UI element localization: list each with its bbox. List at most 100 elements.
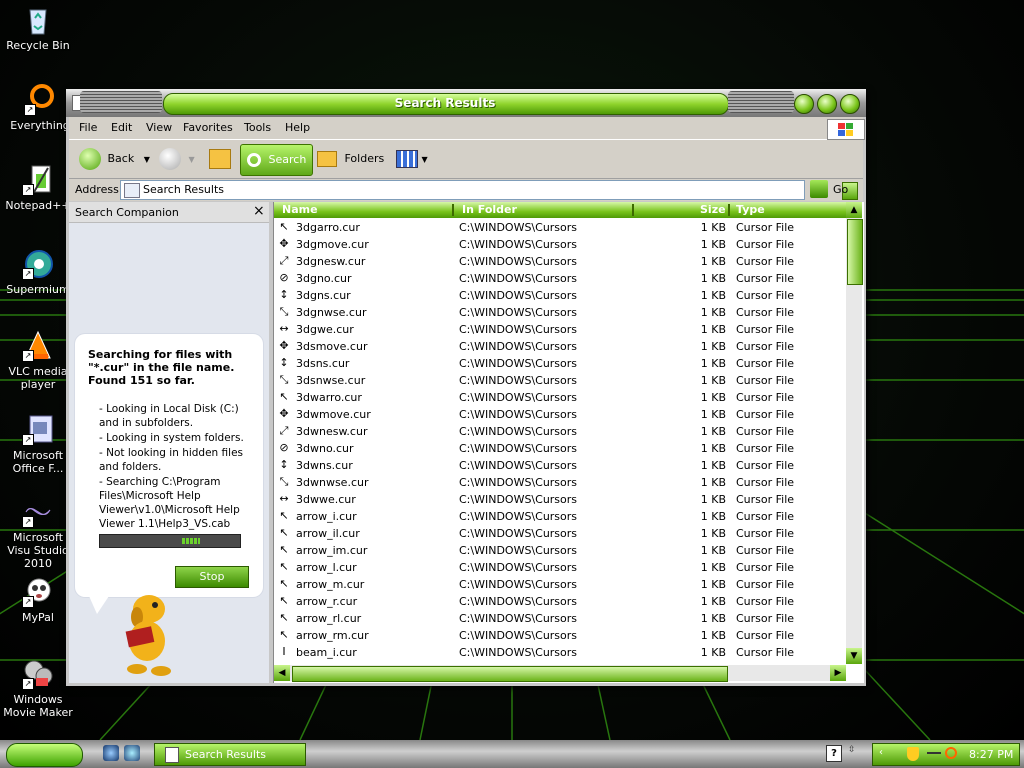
column-size[interactable]: Size xyxy=(700,203,726,216)
menu-tools[interactable]: Tools xyxy=(244,121,271,134)
minimize-button[interactable] xyxy=(794,94,814,114)
column-in-folder[interactable]: In Folder xyxy=(462,203,517,216)
table-row[interactable]: ↖ arrow_rl.cur C:\WINDOWS\Cursors 1 KB Curso… xyxy=(274,610,846,627)
desktop-icon-office[interactable]: ↗ Microsoft Office F... xyxy=(0,414,76,475)
help-icon[interactable]: ? xyxy=(826,745,842,762)
cursor-file-icon: ⤡ xyxy=(279,475,289,488)
taskbar-button-search-results[interactable]: Search Results xyxy=(154,743,306,766)
table-row[interactable]: ✥ 3dsmove.cur C:\WINDOWS\Cursors 1 KB Cursor… xyxy=(274,338,846,355)
desktop-icon-vlc[interactable]: ↗ VLC media player xyxy=(0,330,76,391)
cursor-file-icon: ↖ xyxy=(279,594,289,607)
table-row[interactable]: ✥ 3dgmove.cur C:\WINDOWS\Cursors 1 KB Cursor… xyxy=(274,236,846,253)
table-row[interactable]: ⤡ 3dgnwse.cur C:\WINDOWS\Cursors 1 KB Cursor… xyxy=(274,304,846,321)
table-row[interactable]: ↖ arrow_rm.cur C:\WINDOWS\Cursors 1 KB Curso… xyxy=(274,627,846,644)
desktop-icon-label: Microsoft Visu Studio 2010 xyxy=(7,531,69,570)
scroll-down-button[interactable]: ▼ xyxy=(846,648,862,664)
table-row[interactable]: ⤢ 3dgnesw.cur C:\WINDOWS\Cursors 1 KB Cursor… xyxy=(274,253,846,270)
scroll-up-button[interactable]: ▲ xyxy=(846,202,862,218)
search-button[interactable]: Search xyxy=(240,144,314,176)
file-size: 1 KB xyxy=(700,646,726,659)
go-arrow-icon[interactable] xyxy=(810,180,828,198)
companion-close-button[interactable]: × xyxy=(253,204,265,218)
column-divider[interactable] xyxy=(728,204,730,216)
security-shield-icon[interactable] xyxy=(907,747,919,761)
start-button[interactable] xyxy=(6,743,83,767)
cursor-file-icon: ↖ xyxy=(279,628,289,641)
table-row[interactable]: Ibeam_i.cur C:\WINDOWS\Cursors 1 KB Cursor … xyxy=(274,644,846,661)
title-bar[interactable]: Search Results xyxy=(66,89,866,117)
table-row[interactable]: ⤢ 3dwnesw.cur C:\WINDOWS\Cursors 1 KB Cursor… xyxy=(274,423,846,440)
desktop-icon-visual-studio[interactable]: ↗ Microsoft Visu Studio 2010 xyxy=(0,496,76,570)
table-row[interactable]: ✥ 3dwmove.cur C:\WINDOWS\Cursors 1 KB Cursor… xyxy=(274,406,846,423)
table-row[interactable]: ⊘ 3dgno.cur C:\WINDOWS\Cursors 1 KB Cursor F… xyxy=(274,270,846,287)
address-field[interactable]: Search Results xyxy=(120,180,858,200)
internet-explorer-icon[interactable] xyxy=(103,745,119,761)
file-size: 1 KB xyxy=(700,238,726,251)
stop-button[interactable]: Stop xyxy=(175,566,249,588)
file-name: arrow_im.cur xyxy=(296,544,368,557)
menu-file[interactable]: File xyxy=(79,121,97,134)
search-dog-icon[interactable] xyxy=(109,587,189,682)
table-row[interactable]: ⤡ 3dwnwse.cur C:\WINDOWS\Cursors 1 KB Cursor… xyxy=(274,474,846,491)
table-row[interactable]: ↕ 3dsns.cur C:\WINDOWS\Cursors 1 KB Cursor F… xyxy=(274,355,846,372)
search-tray-icon[interactable] xyxy=(945,747,957,759)
network-icon[interactable] xyxy=(927,752,941,754)
table-row[interactable]: ↖ 3dgarro.cur C:\WINDOWS\Cursors 1 KB Cursor… xyxy=(274,219,846,236)
cursor-file-icon: ↕ xyxy=(279,356,289,369)
quick-launch-ie-icon[interactable] xyxy=(124,745,140,761)
desktop-icon-supermium[interactable]: ↗ Supermium xyxy=(0,248,76,296)
menu-help[interactable]: Help xyxy=(285,121,310,134)
column-divider[interactable] xyxy=(452,204,454,216)
search-label: Search xyxy=(268,153,307,166)
table-row[interactable]: ↖ arrow_m.cur C:\WINDOWS\Cursors 1 KB Cursor… xyxy=(274,576,846,593)
file-type: Cursor File xyxy=(736,442,795,455)
scroll-left-button[interactable]: ◀ xyxy=(274,665,290,681)
search-results-task-icon xyxy=(165,747,179,763)
table-row[interactable]: ⊘ 3dwno.cur C:\WINDOWS\Cursors 1 KB Cursor F… xyxy=(274,440,846,457)
desktop-icon-notepadpp[interactable]: ↗ Notepad++ xyxy=(0,164,76,212)
tray-expand-icon[interactable]: ⇳ xyxy=(848,745,858,759)
column-type[interactable]: Type xyxy=(736,203,765,216)
table-row[interactable]: ↖ 3dwarro.cur C:\WINDOWS\Cursors 1 KB Cursor… xyxy=(274,389,846,406)
file-size: 1 KB xyxy=(700,374,726,387)
back-button[interactable]: Back ▼ xyxy=(79,144,150,174)
horizontal-scroll-thumb[interactable] xyxy=(292,666,728,682)
table-row[interactable]: ↖ arrow_im.cur C:\WINDOWS\Cursors 1 KB Curso… xyxy=(274,542,846,559)
table-row[interactable]: ↕ 3dgns.cur C:\WINDOWS\Cursors 1 KB Cursor F… xyxy=(274,287,846,304)
vertical-scroll-thumb[interactable] xyxy=(847,219,863,285)
forward-button[interactable]: ▼ xyxy=(159,144,195,174)
menu-favorites[interactable]: Favorites xyxy=(183,121,233,134)
vertical-scrollbar[interactable]: ▲ ▼ xyxy=(846,202,863,664)
forward-dropdown-icon[interactable]: ▼ xyxy=(189,155,195,164)
close-button[interactable] xyxy=(840,94,860,114)
file-folder: C:\WINDOWS\Cursors xyxy=(459,510,578,523)
table-row[interactable]: ⤡ 3dsnwse.cur C:\WINDOWS\Cursors 1 KB Cursor… xyxy=(274,372,846,389)
file-folder: C:\WINDOWS\Cursors xyxy=(459,442,578,455)
up-folder-button[interactable] xyxy=(209,144,231,174)
table-row[interactable]: ↔ 3dgwe.cur C:\WINDOWS\Cursors 1 KB Cursor F… xyxy=(274,321,846,338)
views-button[interactable]: ▼ xyxy=(396,144,428,174)
table-row[interactable]: ↖ arrow_r.cur C:\WINDOWS\Cursors 1 KB Cursor… xyxy=(274,593,846,610)
folders-button[interactable]: Folders xyxy=(317,144,384,174)
column-divider[interactable] xyxy=(632,204,634,216)
table-row[interactable]: ↖ arrow_i.cur C:\WINDOWS\Cursors 1 KB Cursor… xyxy=(274,508,846,525)
table-row[interactable]: ↖ arrow_l.cur C:\WINDOWS\Cursors 1 KB Cursor… xyxy=(274,559,846,576)
back-dropdown-icon[interactable]: ▼ xyxy=(144,155,150,164)
desktop-icon-movie-maker[interactable]: ↗ Windows Movie Maker xyxy=(0,658,76,719)
table-row[interactable]: ↔ 3dwwe.cur C:\WINDOWS\Cursors 1 KB Cursor F… xyxy=(274,491,846,508)
everything-icon: ↗ xyxy=(24,84,56,116)
go-button[interactable]: Go xyxy=(833,183,848,196)
maximize-button[interactable] xyxy=(817,94,837,114)
menu-edit[interactable]: Edit xyxy=(111,121,132,134)
scroll-right-button[interactable]: ▶ xyxy=(830,665,846,681)
horizontal-scrollbar[interactable]: ◀ ▶ xyxy=(274,665,846,682)
mypal-icon: ↗ xyxy=(22,576,54,608)
desktop-icon-mypal[interactable]: ↗ MyPal xyxy=(0,576,76,624)
file-size: 1 KB xyxy=(700,425,726,438)
table-row[interactable]: ↖ arrow_il.cur C:\WINDOWS\Cursors 1 KB Curso… xyxy=(274,525,846,542)
column-name[interactable]: Name xyxy=(282,203,318,216)
tray-arrow-icon[interactable]: ‹ xyxy=(879,747,883,758)
table-row[interactable]: ↕ 3dwns.cur C:\WINDOWS\Cursors 1 KB Cursor F… xyxy=(274,457,846,474)
menu-view[interactable]: View xyxy=(146,121,172,134)
desktop-icon-recycle-bin[interactable]: Recycle Bin xyxy=(0,4,76,52)
